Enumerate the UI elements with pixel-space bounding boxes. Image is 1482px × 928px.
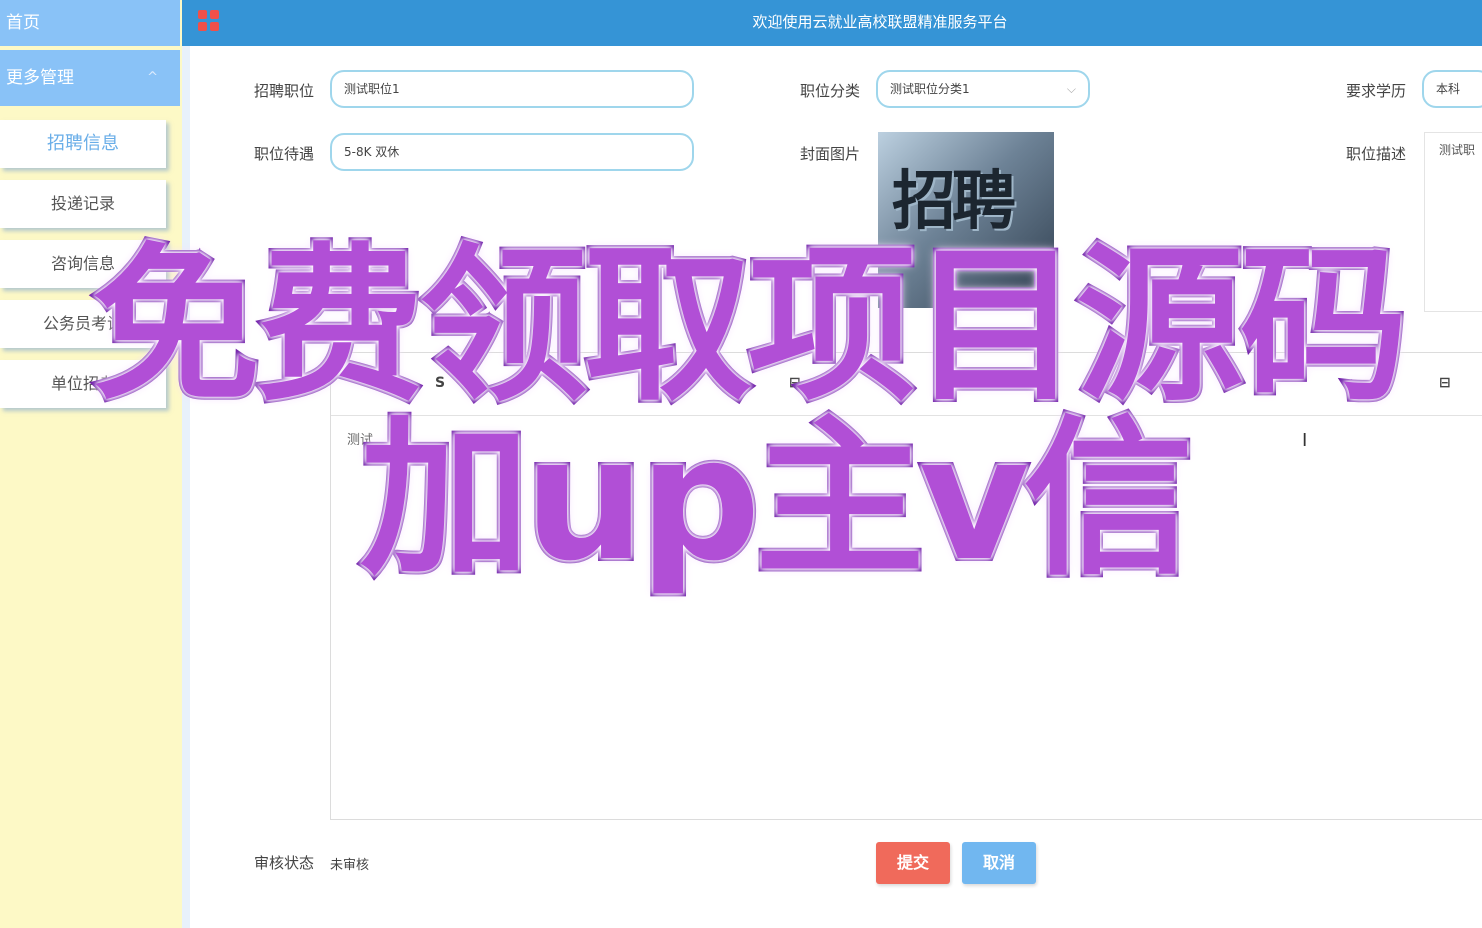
chevron-up-icon: ^	[147, 70, 158, 85]
cover-label: 封面图片	[800, 145, 861, 163]
cancel-button[interactable]: 取消	[962, 842, 1036, 884]
description-textarea[interactable]: 测试职	[1424, 132, 1482, 312]
text-cursor-icon: I	[1302, 430, 1308, 451]
promo-banner-line-1: 免费领取项目源码	[89, 225, 1411, 427]
description-value: 测试职	[1439, 143, 1476, 157]
category-value: 测试职位分类1	[890, 82, 970, 96]
nav-home[interactable]: 首页	[0, 0, 180, 46]
education-select[interactable]: 本科	[1422, 70, 1482, 108]
sidebar-item-recruitment-info[interactable]: 招聘信息	[0, 120, 166, 168]
table-icon[interactable]: ⊟	[1439, 375, 1451, 391]
position-label: 招聘职位	[254, 82, 315, 100]
top-header: 欢迎使用云就业高校联盟精准服务平台	[182, 0, 1482, 46]
category-label: 职位分类	[800, 82, 861, 100]
category-select[interactable]: 测试职位分类1 ⌵	[876, 70, 1090, 108]
promo-banner-line-2: 加up主v信	[357, 398, 1197, 602]
nav-home-label: 首页	[6, 13, 40, 33]
submit-button[interactable]: 提交	[876, 842, 950, 884]
chevron-down-icon: ⌵	[1066, 82, 1076, 96]
position-input[interactable]: 测试职位1	[330, 70, 694, 108]
description-label: 职位描述	[1346, 145, 1407, 163]
review-value: 未审核	[330, 858, 370, 873]
sidebar-item-delivery-records[interactable]: 投递记录	[0, 180, 166, 228]
position-value: 测试职位1	[344, 82, 400, 96]
sidebar-item-label: 招聘信息	[47, 133, 119, 154]
education-label: 要求学历	[1346, 82, 1407, 100]
sidebar-divider	[182, 0, 190, 928]
salary-label: 职位待遇	[254, 145, 315, 163]
salary-value: 5-8K 双休	[344, 145, 400, 159]
education-value: 本科	[1436, 82, 1461, 96]
salary-input[interactable]: 5-8K 双休	[330, 133, 694, 171]
sidebar-item-label: 投递记录	[50, 194, 115, 213]
nav-more-management[interactable]: 更多管理 ^	[0, 50, 180, 106]
sidebar: 首页 更多管理 ^ 招聘信息 投递记录 咨询信息 公务员考试 单位招考	[0, 0, 182, 928]
nav-more-label: 更多管理	[6, 68, 74, 88]
header-title: 欢迎使用云就业高校联盟精准服务平台	[752, 13, 1008, 31]
review-label: 审核状态	[254, 854, 315, 872]
